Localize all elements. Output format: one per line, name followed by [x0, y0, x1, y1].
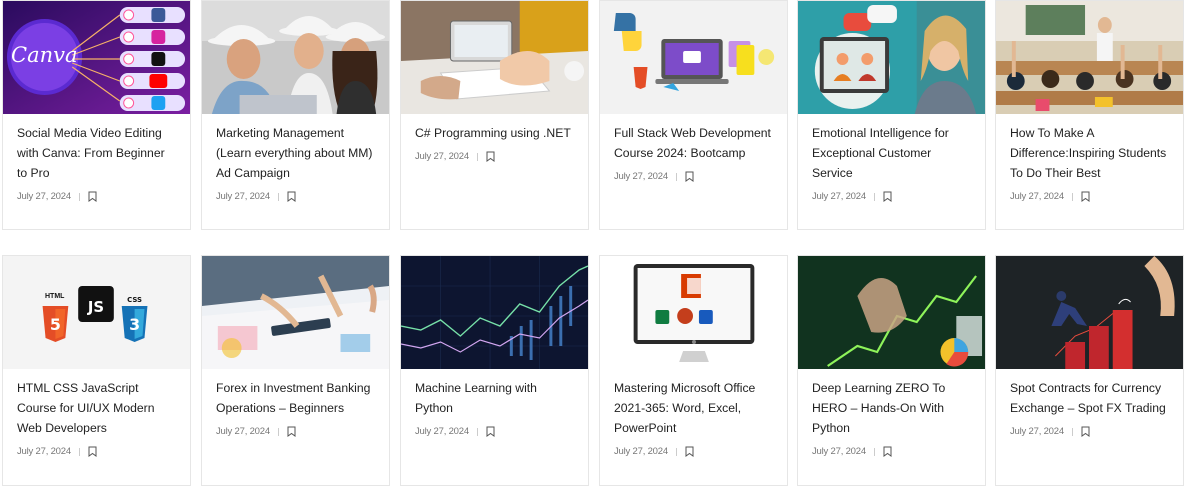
divider	[1071, 192, 1073, 201]
divider	[277, 427, 279, 436]
course-date: July 27, 2024	[17, 191, 71, 202]
course-card[interactable]: Deep Learning ZERO To HERO – Hands-On Wi…	[797, 255, 986, 486]
course-title[interactable]: Mastering Microsoft Office 2021-365: Wor…	[600, 378, 787, 438]
svg-text:CSS: CSS	[127, 296, 142, 304]
divider	[476, 152, 478, 161]
course-meta: July 27, 2024	[3, 191, 190, 202]
course-title[interactable]: C# Programming using .NET	[401, 123, 588, 143]
course-meta: July 27, 2024	[401, 426, 588, 437]
course-date: July 27, 2024	[1010, 191, 1064, 202]
bookmark-icon[interactable]	[88, 446, 97, 457]
course-thumbnail[interactable]	[202, 1, 389, 114]
course-title[interactable]: How To Make A Difference:Inspiring Stude…	[996, 123, 1183, 183]
divider	[476, 427, 478, 436]
course-thumbnail[interactable]	[600, 1, 787, 114]
course-title[interactable]: HTML CSS JavaScript Course for UI/UX Mod…	[3, 378, 190, 438]
course-title[interactable]: Machine Learning with Python	[401, 378, 588, 418]
course-card[interactable]: Mastering Microsoft Office 2021-365: Wor…	[599, 255, 788, 486]
bookmark-icon[interactable]	[883, 446, 892, 457]
course-thumbnail[interactable]	[401, 1, 588, 114]
course-meta: July 27, 2024	[401, 151, 588, 162]
course-title[interactable]: Spot Contracts for Currency Exchange – S…	[996, 378, 1183, 418]
bookmark-icon[interactable]	[685, 446, 694, 457]
course-thumbnail[interactable]	[401, 256, 588, 369]
bookmark-icon[interactable]	[1081, 191, 1090, 202]
course-thumbnail[interactable]	[996, 256, 1183, 369]
svg-text:5: 5	[50, 315, 61, 334]
course-card[interactable]: Marketing Management (Learn everything a…	[201, 0, 390, 230]
course-title[interactable]: Forex in Investment Banking Operations –…	[202, 378, 389, 418]
course-card[interactable]: How To Make A Difference:Inspiring Stude…	[995, 0, 1184, 230]
course-thumbnail[interactable]	[798, 256, 985, 369]
course-meta: July 27, 2024	[798, 191, 985, 202]
svg-text:3: 3	[129, 315, 140, 334]
bookmark-icon[interactable]	[685, 171, 694, 182]
course-meta: July 27, 2024	[996, 191, 1183, 202]
html-logo-text: HTML	[45, 293, 65, 300]
course-title[interactable]: Social Media Video Editing with Canva: F…	[3, 123, 190, 183]
bookmark-icon[interactable]	[1081, 426, 1090, 437]
bookmark-icon[interactable]	[486, 151, 495, 162]
course-date: July 27, 2024	[415, 151, 469, 162]
course-date: July 27, 2024	[216, 426, 270, 437]
course-meta: July 27, 2024	[202, 426, 389, 437]
bookmark-icon[interactable]	[88, 191, 97, 202]
divider	[78, 192, 80, 201]
bookmark-icon[interactable]	[883, 191, 892, 202]
canva-logo-text: Canva	[11, 43, 78, 67]
course-meta: July 27, 2024	[202, 191, 389, 202]
course-title[interactable]: Emotional Intelligence for Exceptional C…	[798, 123, 985, 183]
course-card[interactable]: Forex in Investment Banking Operations –…	[201, 255, 390, 486]
divider	[277, 192, 279, 201]
course-card[interactable]: Spot Contracts for Currency Exchange – S…	[995, 255, 1184, 486]
course-thumbnail[interactable]: 5 JS 3 CSS HTML	[3, 256, 190, 369]
course-card[interactable]: 5 JS 3 CSS HTML HTML CSS JavaScript Cour…	[2, 255, 191, 486]
course-card[interactable]: Emotional Intelligence for Exceptional C…	[797, 0, 986, 230]
divider	[1071, 427, 1073, 436]
divider	[675, 447, 677, 456]
bookmark-icon[interactable]	[287, 426, 296, 437]
course-thumbnail[interactable]	[600, 256, 787, 369]
course-grid: Canva Social Media Video Editing with Ca…	[0, 0, 1187, 488]
course-date: July 27, 2024	[216, 191, 270, 202]
course-title[interactable]: Deep Learning ZERO To HERO – Hands-On Wi…	[798, 378, 985, 438]
course-date: July 27, 2024	[614, 446, 668, 457]
course-date: July 27, 2024	[415, 426, 469, 437]
course-card[interactable]: Full Stack Web Development Course 2024: …	[599, 0, 788, 230]
course-card[interactable]: C# Programming using .NET July 27, 2024	[400, 0, 589, 230]
course-thumbnail[interactable]: Canva	[3, 1, 190, 114]
divider	[675, 172, 677, 181]
course-meta: July 27, 2024	[3, 446, 190, 457]
course-card[interactable]: Machine Learning with Python July 27, 20…	[400, 255, 589, 486]
course-thumbnail[interactable]	[996, 1, 1183, 114]
course-meta: July 27, 2024	[600, 171, 787, 182]
course-meta: July 27, 2024	[798, 446, 985, 457]
divider	[873, 192, 875, 201]
course-date: July 27, 2024	[17, 446, 71, 457]
course-date: July 27, 2024	[614, 171, 668, 182]
course-meta: July 27, 2024	[600, 446, 787, 457]
course-title[interactable]: Marketing Management (Learn everything a…	[202, 123, 389, 183]
bookmark-icon[interactable]	[287, 191, 296, 202]
course-meta: July 27, 2024	[996, 426, 1183, 437]
divider	[873, 447, 875, 456]
course-card[interactable]: Canva Social Media Video Editing with Ca…	[2, 0, 191, 230]
bookmark-icon[interactable]	[486, 426, 495, 437]
svg-text:JS: JS	[87, 298, 104, 316]
course-date: July 27, 2024	[1010, 426, 1064, 437]
course-date: July 27, 2024	[812, 446, 866, 457]
course-title[interactable]: Full Stack Web Development Course 2024: …	[600, 123, 787, 163]
course-date: July 27, 2024	[812, 191, 866, 202]
course-thumbnail[interactable]	[202, 256, 389, 369]
course-thumbnail[interactable]	[798, 1, 985, 114]
divider	[78, 447, 80, 456]
